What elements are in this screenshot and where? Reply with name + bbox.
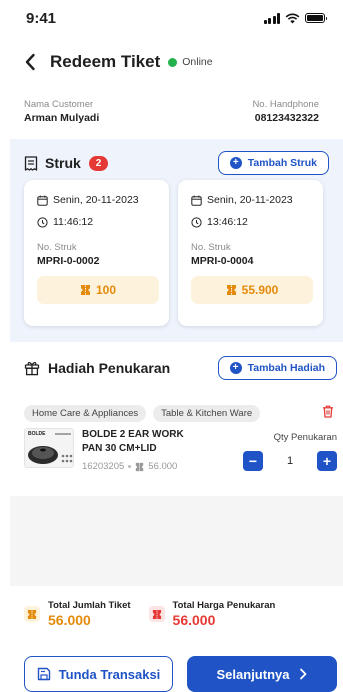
struk-no-label: No. Struk — [37, 242, 77, 253]
product-meta: 16203205 56.000 — [82, 461, 202, 472]
increment-button[interactable]: + — [317, 451, 337, 471]
decrement-button[interactable]: − — [243, 451, 263, 471]
customer-name-label: Nama Customer — [24, 99, 94, 110]
category-chip: Home Care & Appliances — [24, 405, 147, 422]
tambah-hadiah-label: Tambah Hadiah — [247, 362, 325, 374]
tunda-transaksi-label: Tunda Transaksi — [58, 666, 161, 682]
struk-no: MPRI-0-0002 — [37, 255, 100, 267]
quantity-stepper: − 1 + — [243, 451, 337, 471]
qty-value[interactable]: 1 — [263, 455, 317, 467]
product-name: BOLDE 2 EAR WORK PAN 30 CM+LID — [82, 429, 184, 454]
total-tiket-value: 56.000 — [48, 612, 91, 628]
total-harga: Total Harga Penukaran 56.000 — [148, 600, 276, 628]
struk-ticket-amount: 55.900 — [191, 276, 313, 304]
tambah-struk-button[interactable]: + Tambah Struk — [217, 151, 329, 175]
struk-no-label: No. Struk — [191, 242, 231, 253]
customer-phone: 08123432322 — [254, 112, 319, 124]
struk-date-row: Senin, 20-11-2023 — [37, 194, 159, 206]
struk-no: MPRI-0-0004 — [191, 255, 254, 267]
ticket-icon — [136, 462, 144, 471]
struk-date: Senin, 20-11-2023 — [53, 194, 139, 206]
struk-time: 13:46:12 — [207, 216, 248, 228]
struk-section: Struk 2 + Tambah Struk Senin, 20-11-2023 — [10, 139, 343, 342]
struk-cards: Senin, 20-11-2023 11:46:12 No. Struk MPR… — [10, 174, 343, 326]
struk-count-badge: 2 — [88, 155, 109, 171]
qty-label: Qty Penukaran — [273, 432, 337, 443]
wifi-icon — [285, 13, 300, 23]
totals-summary: Total Jumlah Tiket 56.000 Total Harga Pe… — [24, 600, 337, 628]
save-icon — [37, 667, 50, 681]
category-chip: Table & Kitchen Ware — [153, 405, 261, 422]
page-title: Redeem Tiket — [50, 52, 161, 71]
struk-title: Struk — [45, 155, 81, 171]
product-price: 56.000 — [148, 461, 178, 472]
customer-info: Nama Customer Arman Mulyadi No. Handphon… — [0, 99, 343, 124]
struk-card[interactable]: Senin, 20-11-2023 11:46:12 No. Struk MPR… — [24, 180, 169, 326]
ticket-icon — [80, 285, 90, 295]
price-ticket-icon — [148, 606, 165, 622]
plus-circle-icon: + — [229, 362, 242, 374]
status-icons — [263, 12, 327, 24]
struk-date-row: Senin, 20-11-2023 — [191, 194, 313, 206]
total-tiket-label: Total Jumlah Tiket — [48, 600, 131, 611]
empty-area — [10, 496, 343, 586]
plus-circle-icon: + — [229, 157, 242, 169]
back-icon[interactable] — [24, 52, 44, 72]
footer-actions: Tunda Transaksi Selanjutnya — [24, 656, 337, 692]
product-image: BOLDE — [24, 428, 74, 468]
ticket-icon — [24, 606, 40, 622]
struk-time: 11:46:12 — [53, 216, 94, 228]
online-indicator — [168, 57, 178, 67]
receipt-icon — [24, 155, 38, 171]
tunda-transaksi-button[interactable]: Tunda Transaksi — [24, 656, 173, 692]
clock-icon — [37, 216, 48, 228]
hadiah-product-row: BOLDE BOLDE 2 EAR WORK PAN 30 CM+LID 162… — [24, 428, 337, 482]
struk-time-row: 11:46:12 — [37, 216, 159, 228]
customer-name-group: Nama Customer Arman Mulyadi — [24, 99, 99, 124]
hadiah-title: Hadiah Penukaran — [48, 360, 171, 376]
calendar-icon — [191, 195, 202, 206]
tambah-struk-label: Tambah Struk — [247, 157, 317, 169]
struk-card[interactable]: Senin, 20-11-2023 13:46:12 No. Struk MPR… — [178, 180, 323, 326]
trash-icon[interactable] — [322, 405, 334, 418]
qty-column: Qty Penukaran − 1 + — [243, 428, 337, 482]
customer-name: Arman Mulyadi — [24, 112, 100, 124]
total-harga-label: Total Harga Penukaran — [172, 600, 276, 611]
online-status: Online — [182, 56, 213, 68]
header: Redeem Tiket Online — [0, 40, 343, 84]
status-time: 9:41 — [26, 9, 57, 27]
category-chips: Home Care & Appliances Table & Kitchen W… — [24, 405, 261, 422]
calendar-icon — [37, 195, 48, 206]
product-info: BOLDE 2 EAR WORK PAN 30 CM+LID 16203205 … — [82, 428, 202, 482]
signal-icon — [263, 12, 280, 24]
struk-date: Senin, 20-11-2023 — [207, 194, 293, 206]
selanjutnya-button[interactable]: Selanjutnya — [187, 656, 337, 692]
selanjutnya-label: Selanjutnya — [216, 666, 290, 682]
separator-dot — [128, 465, 132, 468]
ticket-icon — [226, 285, 236, 295]
customer-phone-group: No. Handphone 08123432322 — [252, 99, 319, 124]
hadiah-header: Hadiah Penukaran + Tambah Hadiah — [24, 354, 337, 382]
clock-icon — [191, 216, 202, 228]
struk-header: Struk 2 + Tambah Struk — [10, 139, 343, 175]
tambah-hadiah-button[interactable]: + Tambah Hadiah — [217, 356, 337, 380]
struk-tickets: 100 — [95, 283, 117, 297]
struk-ticket-amount: 100 — [37, 276, 159, 304]
battery-icon — [305, 13, 327, 23]
customer-phone-label: No. Handphone — [252, 99, 319, 110]
struk-tickets: 55.900 — [241, 283, 279, 297]
gift-icon — [24, 362, 40, 376]
total-tiket: Total Jumlah Tiket 56.000 — [24, 600, 131, 628]
struk-time-row: 13:46:12 — [191, 216, 313, 228]
chevron-right-icon — [300, 668, 307, 680]
pan-illustration — [28, 433, 73, 464]
total-harga-value: 56.000 — [172, 612, 216, 628]
status-bar: 9:41 — [0, 0, 343, 36]
product-sku: 16203205 — [82, 461, 125, 472]
